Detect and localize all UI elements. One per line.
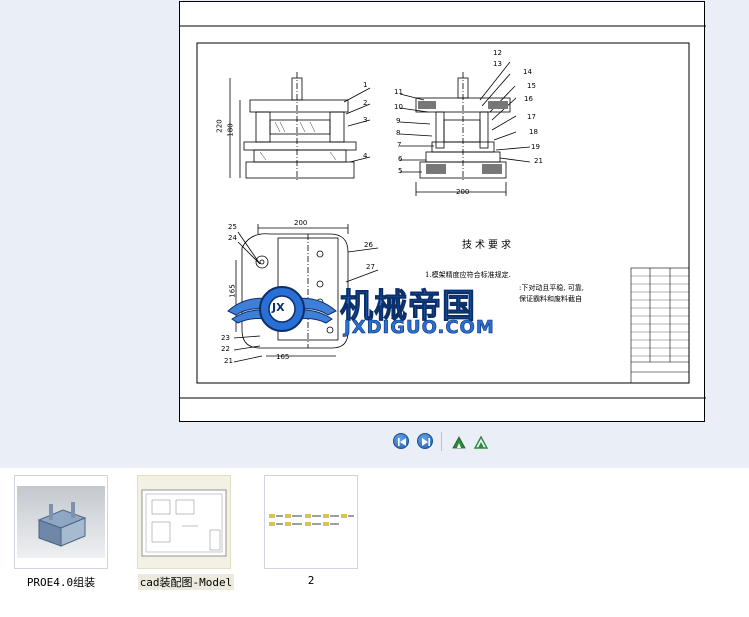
callout-27: 27 bbox=[366, 263, 375, 271]
callout-24: 24 bbox=[228, 234, 237, 242]
model-render-icon bbox=[17, 486, 105, 558]
next-page-button[interactable] bbox=[417, 433, 433, 449]
drawing-sheet[interactable] bbox=[179, 1, 706, 422]
callout-9: 9 bbox=[396, 117, 401, 125]
next-page-icon bbox=[422, 438, 430, 446]
thumbnail-cad-model[interactable] bbox=[137, 475, 231, 569]
zoom-in-icon bbox=[452, 436, 466, 449]
callout-12: 12 bbox=[493, 49, 502, 57]
callout-14: 14 bbox=[523, 68, 532, 76]
callout-8: 8 bbox=[396, 129, 401, 137]
callout-16: 16 bbox=[524, 95, 533, 103]
thumbnail-label-2[interactable]: 2 bbox=[264, 574, 358, 587]
cad-drawing-preview-icon bbox=[141, 489, 227, 557]
callout-10: 10 bbox=[394, 103, 403, 111]
callout-5: 5 bbox=[398, 167, 403, 175]
thumbnail-label-proe[interactable]: PROE4.0组装 bbox=[14, 574, 108, 590]
first-page-icon bbox=[398, 438, 406, 446]
first-page-button[interactable] bbox=[393, 433, 409, 449]
callout-25: 25 bbox=[228, 223, 237, 231]
zoom-out-icon bbox=[473, 435, 489, 449]
dim-220: 220 bbox=[215, 119, 224, 133]
toolbar-separator bbox=[441, 432, 442, 451]
cad-drawing bbox=[180, 25, 706, 399]
watermark-domain: JXDIGUO.COM bbox=[344, 317, 495, 339]
callout-21-plan: 21 bbox=[224, 357, 233, 365]
thumbnail-label-cad[interactable]: cad装配图-Model bbox=[138, 574, 234, 590]
callout-4: 4 bbox=[363, 152, 368, 160]
callout-11: 11 bbox=[394, 88, 403, 96]
watermark-badge: JX bbox=[272, 301, 285, 314]
dim-165-horizontal: 165 bbox=[276, 353, 290, 361]
callout-3: 3 bbox=[363, 116, 368, 124]
dim-200-plan: 200 bbox=[294, 219, 308, 227]
tech-line-2: :下对动且平稳, 可靠, bbox=[519, 284, 585, 292]
callout-26: 26 bbox=[364, 241, 373, 249]
thumbnail-page-2[interactable] bbox=[264, 475, 358, 569]
tech-requirements-title: 技术要求 bbox=[462, 240, 514, 251]
file-list-preview-icon bbox=[269, 514, 354, 526]
callout-21-side: 21 bbox=[534, 157, 543, 165]
callout-18: 18 bbox=[529, 128, 538, 136]
callout-2: 2 bbox=[363, 99, 368, 107]
callout-13: 13 bbox=[493, 60, 502, 68]
callout-17: 17 bbox=[527, 113, 536, 121]
tech-line-3: 保证霸料和废料截自 bbox=[519, 295, 582, 303]
callout-15: 15 bbox=[527, 82, 536, 90]
thumbnail-strip bbox=[0, 468, 749, 617]
callout-1: 1 bbox=[363, 81, 368, 89]
thumbnail-proe-assembly[interactable] bbox=[14, 475, 108, 569]
dim-200-side: 200 bbox=[456, 188, 470, 196]
zoom-out-button[interactable] bbox=[473, 434, 489, 450]
callout-7: 7 bbox=[397, 141, 402, 149]
callout-19: 19 bbox=[531, 143, 540, 151]
callout-6: 6 bbox=[398, 155, 403, 163]
dim-180: 180 bbox=[226, 123, 235, 137]
zoom-in-button[interactable] bbox=[451, 434, 467, 450]
